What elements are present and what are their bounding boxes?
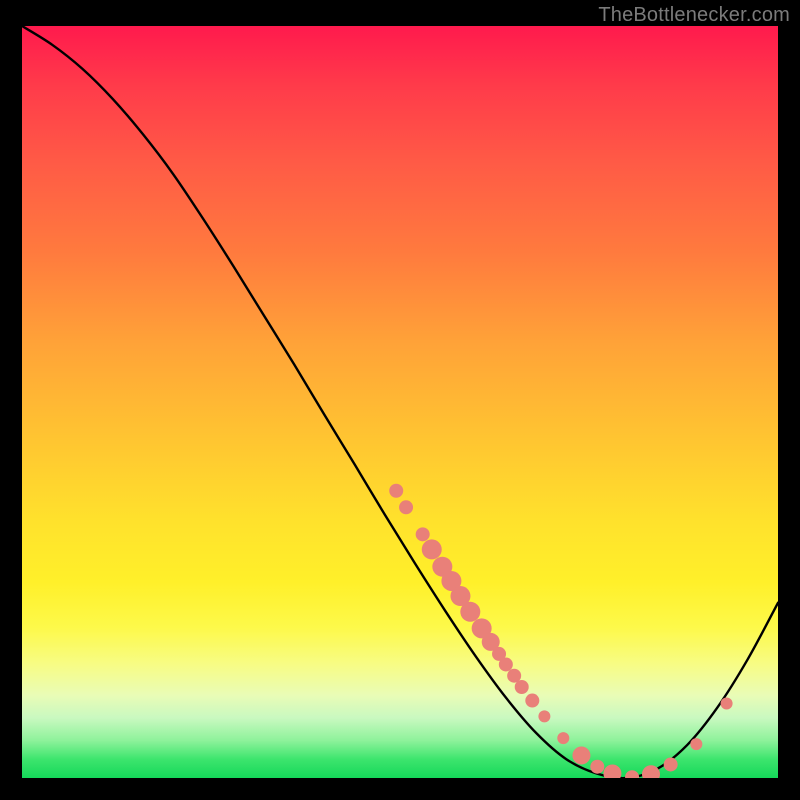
curve-marker (590, 760, 604, 774)
curve-marker (399, 500, 413, 514)
curve-marker (625, 770, 639, 778)
curve-marker (603, 764, 621, 778)
curve-markers (389, 484, 732, 778)
plot-area (22, 26, 778, 778)
curve-marker (515, 680, 529, 694)
curve-marker (572, 746, 590, 764)
attribution-label: TheBottlenecker.com (598, 4, 790, 27)
curve-marker (422, 539, 442, 559)
curve-marker (538, 710, 550, 722)
curve-marker (460, 602, 480, 622)
curve-marker (499, 657, 513, 671)
curve-marker (642, 765, 660, 778)
curve-marker (690, 738, 702, 750)
curve-marker (721, 698, 733, 710)
curve-marker (557, 732, 569, 744)
chart-stage: TheBottlenecker.com (0, 0, 800, 800)
curve-layer (22, 26, 778, 778)
bottleneck-curve (22, 26, 778, 778)
curve-marker (525, 694, 539, 708)
curve-marker (664, 757, 678, 771)
curve-marker (416, 527, 430, 541)
curve-marker (389, 484, 403, 498)
